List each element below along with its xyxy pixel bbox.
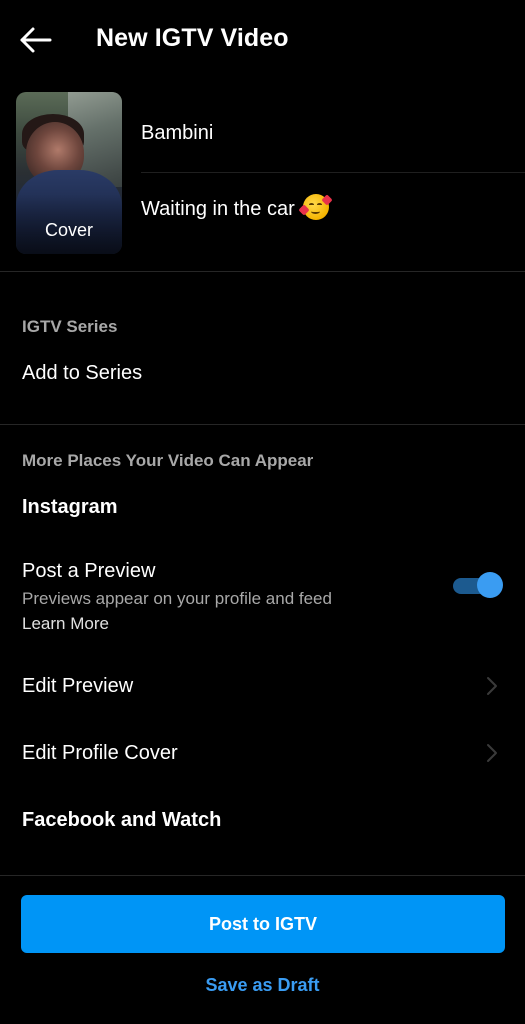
- post-preview-toggle[interactable]: [453, 571, 503, 599]
- title-field[interactable]: Bambini: [141, 110, 525, 158]
- add-to-series-label: Add to Series: [22, 362, 143, 384]
- learn-more-link[interactable]: Learn More: [22, 614, 109, 634]
- edit-preview-label: Edit Preview: [22, 675, 134, 697]
- chevron-right-icon: [485, 675, 499, 697]
- toggle-knob: [477, 572, 503, 598]
- back-button[interactable]: [18, 22, 58, 58]
- arrow-left-icon: [20, 27, 52, 53]
- cover-thumbnail[interactable]: Cover: [16, 92, 122, 254]
- facebook-watch-heading: Facebook and Watch: [22, 809, 222, 831]
- field-separator: [141, 172, 525, 173]
- title-value: Bambini: [141, 122, 214, 144]
- description-field[interactable]: Waiting in the car: [141, 182, 525, 230]
- post-preview-description: Previews appear on your profile and feed: [22, 589, 332, 608]
- edit-profile-cover-row[interactable]: Edit Profile Cover: [0, 725, 525, 781]
- save-as-draft-button[interactable]: Save as Draft: [0, 975, 525, 996]
- new-igtv-video-screen: New IGTV Video Cover Bambini Waiting in …: [0, 0, 525, 1024]
- description-value: Waiting in the car: [141, 194, 333, 221]
- post-button-label: Post to IGTV: [209, 914, 317, 934]
- cover-label: Cover: [44, 220, 93, 240]
- post-preview-label: Post a Preview: [22, 560, 156, 582]
- edit-preview-row[interactable]: Edit Preview: [0, 658, 525, 714]
- add-to-series-row[interactable]: Add to Series: [0, 345, 525, 401]
- instagram-heading: Instagram: [22, 496, 118, 518]
- series-section-label: IGTV Series: [22, 317, 118, 336]
- post-to-igtv-button[interactable]: Post to IGTV: [21, 895, 505, 953]
- divider: [0, 271, 525, 272]
- more-places-section-label: More Places Your Video Can Appear: [22, 451, 314, 470]
- header: New IGTV Video: [0, 0, 525, 80]
- edit-profile-cover-label: Edit Profile Cover: [22, 742, 178, 764]
- description-text: Waiting in the car: [141, 198, 295, 220]
- page-title: New IGTV Video: [96, 24, 289, 52]
- divider: [0, 875, 525, 876]
- smiling-face-with-hearts-icon: [298, 194, 333, 220]
- chevron-right-icon: [485, 742, 499, 764]
- divider: [0, 424, 525, 425]
